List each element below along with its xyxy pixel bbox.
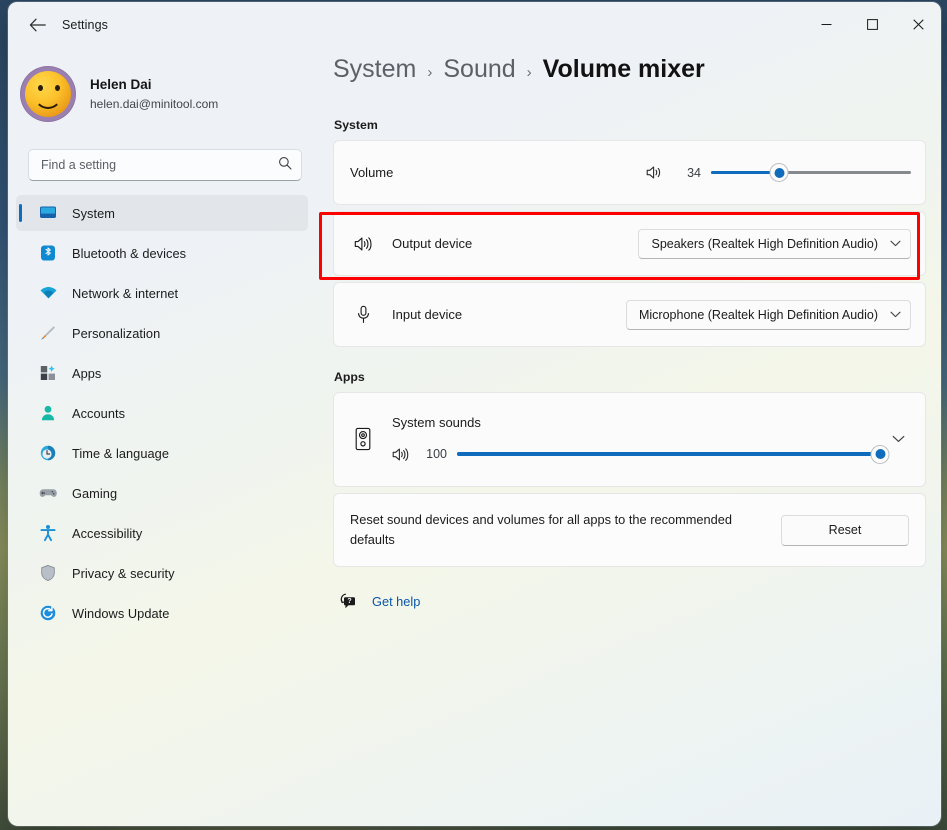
section-label-system: System (334, 118, 378, 132)
get-help-link[interactable]: ? Get help (339, 592, 420, 610)
gamepad-icon (38, 483, 58, 503)
input-device-card: Input device Microphone (Realtek High De… (333, 282, 926, 347)
update-icon (38, 603, 58, 623)
reset-description: Reset sound devices and volumes for all … (350, 512, 732, 547)
breadcrumb-separator: › (427, 64, 433, 81)
sidebar-item-label: System (72, 205, 115, 221)
sidebar-item-label: Accessibility (72, 525, 143, 541)
person-icon (38, 403, 58, 423)
volume-row: Volume 34 (334, 141, 925, 204)
title-bar: Settings (8, 2, 941, 47)
search-input[interactable] (41, 158, 278, 172)
sidebar-item-label: Gaming (72, 485, 118, 501)
maximize-icon[interactable] (849, 2, 895, 47)
sidebar-item-accounts[interactable]: Accounts (16, 395, 308, 431)
system-sounds-row: System sounds 100 (334, 393, 925, 486)
breadcrumb-system[interactable]: System (333, 55, 416, 84)
sidebar-item-label: Network & internet (72, 285, 179, 301)
breadcrumb: System › Sound › Volume mixer (333, 55, 941, 99)
sidebar-item-label: Personalization (72, 325, 161, 341)
clock-icon (38, 443, 58, 463)
sidebar-item-gaming[interactable]: Gaming (16, 475, 308, 511)
system-sounds-track[interactable] (457, 445, 889, 463)
main-content: System › Sound › Volume mixer System Vol… (320, 47, 941, 826)
section-label-apps: Apps (334, 370, 365, 384)
settings-window: Settings Helen Dai helen.dai@minitool.co… (8, 2, 941, 826)
system-sounds-value: 100 (426, 447, 447, 461)
output-device-row: Output device Speakers (Realtek High Def… (334, 212, 925, 275)
volume-value: 34 (687, 165, 701, 180)
sidebar-item-label: Apps (72, 365, 102, 381)
sidebar-item-privacy-security[interactable]: Privacy & security (16, 555, 308, 591)
sidebar-item-network-internet[interactable]: Network & internet (16, 275, 308, 311)
smiley-avatar (20, 66, 76, 122)
close-icon[interactable] (895, 2, 941, 47)
window-title: Settings (62, 17, 108, 32)
input-device-row: Input device Microphone (Realtek High De… (334, 283, 925, 346)
get-help-label: Get help (372, 593, 421, 609)
speaker-icon (646, 165, 663, 180)
page-title: Volume mixer (542, 55, 705, 83)
reset-button[interactable]: Reset (781, 514, 909, 546)
bluetooth-icon (38, 243, 58, 263)
volume-label: Volume (350, 165, 394, 180)
sidebar-item-label: Windows Update (72, 605, 170, 621)
chevron-down-icon (890, 311, 901, 318)
input-device-dropdown[interactable]: Microphone (Realtek High Definition Audi… (625, 299, 911, 330)
speaker-waves-icon (392, 447, 409, 462)
shield-icon (38, 563, 58, 583)
chevron-down-icon (890, 240, 901, 247)
accessibility-icon (38, 523, 58, 543)
profile-name: Helen Dai (90, 76, 152, 92)
input-device-label: Input device (392, 307, 463, 322)
sidebar-item-label: Bluetooth & devices (72, 245, 187, 261)
loudspeaker-icon (350, 426, 376, 452)
chevron-down-icon[interactable] (886, 425, 911, 453)
speaker-waves-icon (350, 231, 376, 257)
microphone-icon (350, 302, 376, 328)
breadcrumb-separator: › (526, 64, 532, 81)
system-sounds-name: System sounds (392, 415, 481, 430)
sidebar-item-personalization[interactable]: Personalization (16, 315, 308, 351)
sidebar: Helen Dai helen.dai@minitool.com Find a … (8, 47, 320, 826)
output-device-dropdown[interactable]: Speakers (Realtek High Definition Audio) (638, 228, 911, 259)
input-device-value: Microphone (Realtek High Definition Audi… (638, 307, 878, 322)
volume-slider[interactable]: 34 (646, 164, 911, 181)
search-box[interactable] (28, 149, 302, 181)
back-arrow-icon[interactable] (20, 10, 54, 40)
sidebar-item-time-language[interactable]: Time & language (16, 435, 308, 471)
system-sounds-card: System sounds 100 (333, 392, 926, 487)
reset-card: Reset sound devices and volumes for all … (333, 493, 926, 567)
breadcrumb-sound[interactable]: Sound (443, 55, 515, 84)
search-icon (278, 156, 292, 175)
output-device-label: Output device (392, 236, 473, 251)
volume-track[interactable] (711, 164, 911, 181)
volume-card: Volume 34 (333, 140, 926, 205)
sidebar-item-label: Accounts (72, 405, 126, 421)
sidebar-nav: System Bluetooth & devices Network & int… (8, 195, 320, 631)
paintbrush-icon (38, 323, 58, 343)
sidebar-item-apps[interactable]: Apps (16, 355, 308, 391)
minimize-icon[interactable] (803, 2, 849, 47)
output-device-card: Output device Speakers (Realtek High Def… (333, 211, 926, 276)
output-device-value: Speakers (Realtek High Definition Audio) (651, 236, 878, 251)
user-profile[interactable]: Helen Dai helen.dai@minitool.com (8, 53, 320, 125)
sidebar-item-bluetooth-devices[interactable]: Bluetooth & devices (16, 235, 308, 271)
svg-text:?: ? (347, 598, 351, 605)
window-controls (803, 2, 941, 47)
sidebar-item-label: Privacy & security (72, 565, 175, 581)
sidebar-item-system[interactable]: System (16, 195, 308, 231)
sidebar-item-accessibility[interactable]: Accessibility (16, 515, 308, 551)
profile-email: helen.dai@minitool.com (90, 96, 219, 111)
sidebar-item-label: Time & language (72, 445, 170, 461)
sidebar-item-windows-update[interactable]: Windows Update (16, 595, 308, 631)
wifi-icon (38, 283, 58, 303)
apps-grid-icon (38, 363, 58, 383)
reset-row: Reset sound devices and volumes for all … (334, 494, 925, 566)
help-question-icon: ? (339, 592, 358, 610)
monitor-icon (38, 203, 58, 223)
system-sounds-slider[interactable]: 100 (392, 445, 889, 463)
